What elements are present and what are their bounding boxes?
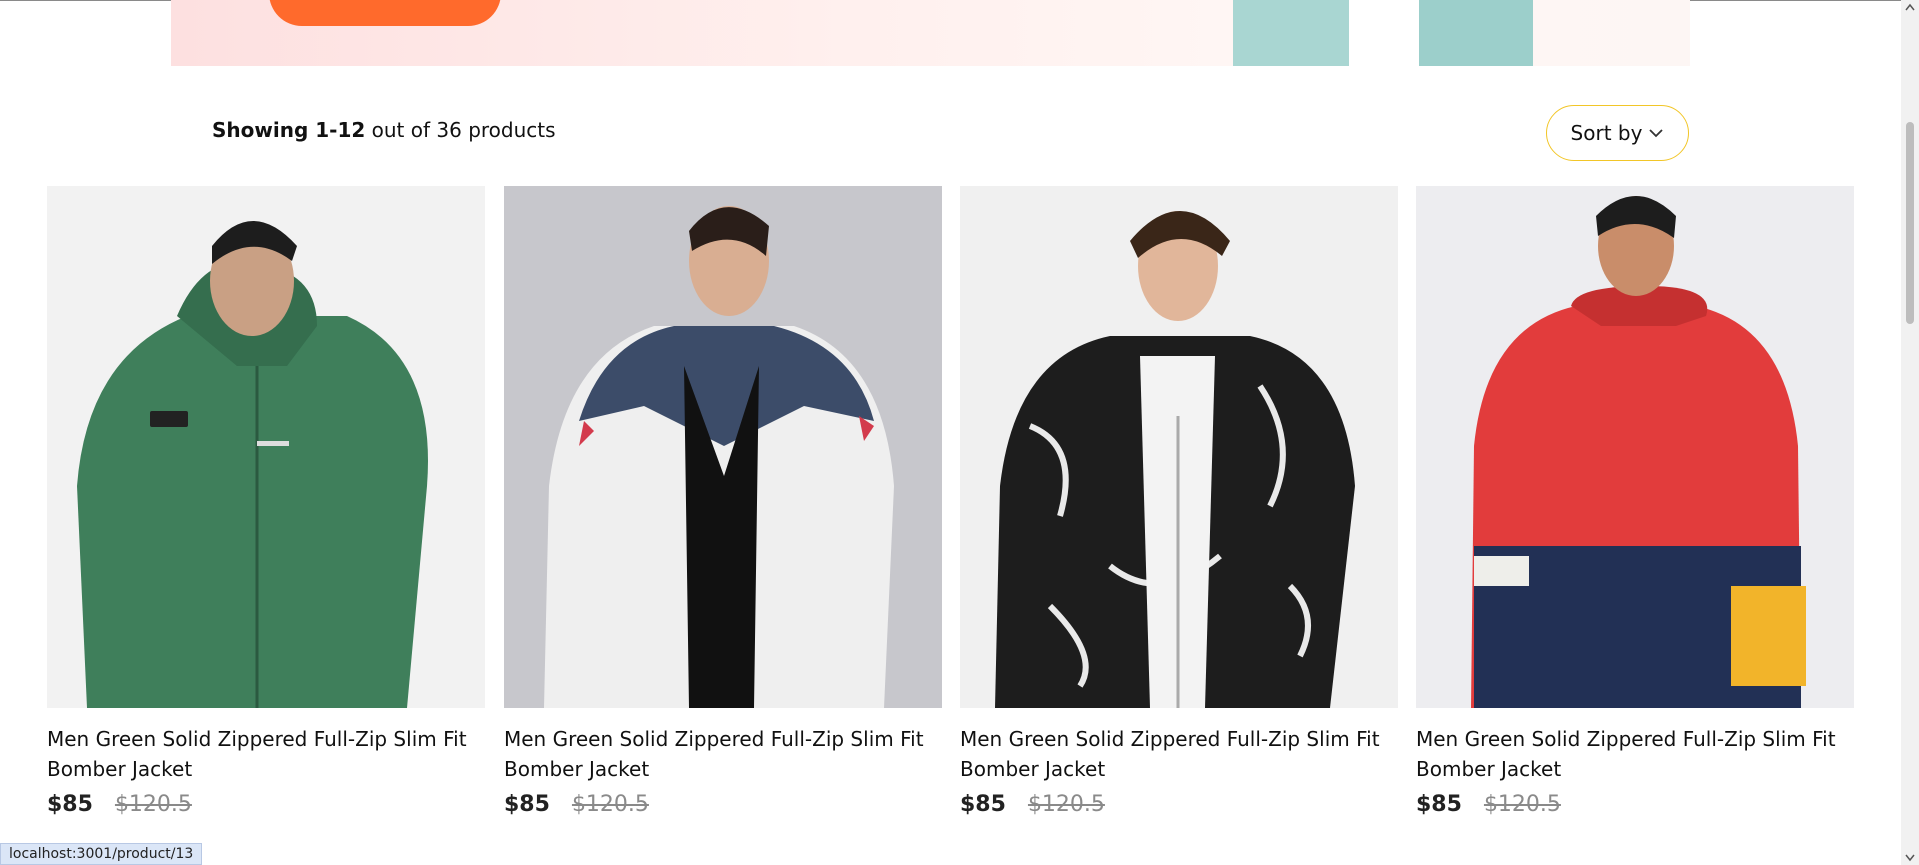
product-price: $85	[1416, 792, 1462, 817]
product-title[interactable]: Men Green Solid Zippered Full-Zip Slim F…	[47, 724, 485, 784]
product-image[interactable]	[960, 186, 1398, 708]
product-title[interactable]: Men Green Solid Zippered Full-Zip Slim F…	[1416, 724, 1854, 784]
page-scrollbar[interactable]	[1901, 0, 1919, 865]
results-count-total: out of 36 products	[365, 118, 556, 142]
product-card[interactable]: Men Green Solid Zippered Full-Zip Slim F…	[47, 186, 485, 817]
chevron-down-icon	[1649, 129, 1664, 138]
product-image[interactable]	[1416, 186, 1854, 708]
hero-model-image	[1233, 0, 1533, 66]
results-count-range: Showing 1-12	[212, 118, 366, 142]
product-title[interactable]: Men Green Solid Zippered Full-Zip Slim F…	[960, 724, 1398, 784]
hero-cta-button[interactable]	[269, 0, 501, 26]
results-count: Showing 1-12 out of 36 products	[212, 118, 556, 142]
product-title[interactable]: Men Green Solid Zippered Full-Zip Slim F…	[504, 724, 942, 784]
scroll-up-icon[interactable]	[1905, 3, 1915, 11]
product-old-price: $120.5	[1027, 792, 1105, 817]
product-old-price: $120.5	[1483, 792, 1561, 817]
hero-banner	[171, 0, 1690, 66]
product-old-price: $120.5	[571, 792, 649, 817]
product-price: $85	[47, 792, 93, 817]
product-image[interactable]	[504, 186, 942, 708]
sort-by-label: Sort by	[1570, 121, 1643, 145]
scrollbar-thumb[interactable]	[1906, 122, 1914, 324]
product-price: $85	[960, 792, 1006, 817]
link-status-bar: localhost:3001/product/13	[0, 843, 203, 865]
sort-by-button[interactable]: Sort by	[1546, 105, 1689, 161]
product-old-price: $120.5	[114, 792, 192, 817]
product-card[interactable]: Men Green Solid Zippered Full-Zip Slim F…	[960, 186, 1398, 817]
product-card[interactable]: Men Green Solid Zippered Full-Zip Slim F…	[504, 186, 942, 817]
product-card[interactable]: Men Green Solid Zippered Full-Zip Slim F…	[1416, 186, 1854, 817]
product-price: $85	[504, 792, 550, 817]
scroll-down-icon[interactable]	[1905, 854, 1915, 862]
product-image[interactable]	[47, 186, 485, 708]
